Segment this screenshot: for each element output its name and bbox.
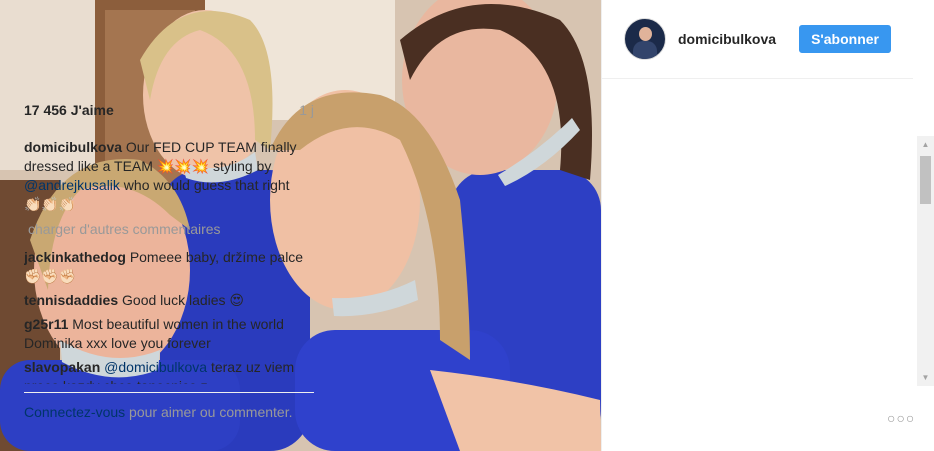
post-sidebar: domicibulkova S'abonner xyxy=(601,0,934,451)
caption: domicibulkova Our FED CUP TEAM finally d… xyxy=(24,138,309,214)
comment-item: g25r11 Most beautiful women in the world… xyxy=(24,315,309,353)
scroll-down-arrow-icon[interactable]: ▼ xyxy=(917,369,934,386)
instagram-post: domicibulkova S'abonner 17 456 J'aime 1 … xyxy=(0,0,934,451)
follow-button[interactable]: S'abonner xyxy=(799,25,891,53)
comment-username[interactable]: slavopakan xyxy=(24,359,100,375)
scroll-up-arrow-icon[interactable]: ▲ xyxy=(917,136,934,153)
comments-scrollbar[interactable]: ▲ ▼ xyxy=(917,136,934,386)
likes-row: 17 456 J'aime 1 j xyxy=(24,102,314,118)
scroll-thumb[interactable] xyxy=(920,156,931,204)
post-time[interactable]: 1 j xyxy=(299,102,314,118)
avatar[interactable] xyxy=(624,18,666,60)
comment-username[interactable]: tennisdaddies xyxy=(24,292,118,308)
comments-list: domicibulkova Our FED CUP TEAM finally d… xyxy=(24,138,309,384)
comment-username[interactable]: jackinkathedog xyxy=(24,249,126,265)
caption-username[interactable]: domicibulkova xyxy=(24,139,122,155)
login-link[interactable]: Connectez-vous xyxy=(24,404,125,420)
ellipsis-icon[interactable]: ○○○ xyxy=(887,410,915,426)
likes-count[interactable]: 17 456 J'aime xyxy=(24,102,114,118)
login-prompt-text: pour aimer ou commenter. xyxy=(125,404,293,420)
comment-mention[interactable]: @domicibulkova xyxy=(104,359,207,375)
comment-username[interactable]: g25r11 xyxy=(24,316,68,332)
comment-text: Good luck ladies 😍 xyxy=(122,292,245,308)
comment-item: tennisdaddies Good luck ladies 😍 xyxy=(24,291,309,310)
username-link[interactable]: domicibulkova xyxy=(678,31,799,47)
load-more-comments[interactable]: charger d'autres commentaires xyxy=(28,220,309,239)
post-header: domicibulkova S'abonner xyxy=(602,0,913,79)
caption-mention[interactable]: @andrejkusalik xyxy=(24,177,120,193)
login-prompt: Connectez-vous pour aimer ou commenter. xyxy=(24,392,314,422)
comment-item: jackinkathedog Pomeee baby, držíme palce… xyxy=(24,248,309,286)
comment-item: slavopakan @domicibulkova teraz uz viem … xyxy=(24,358,309,384)
